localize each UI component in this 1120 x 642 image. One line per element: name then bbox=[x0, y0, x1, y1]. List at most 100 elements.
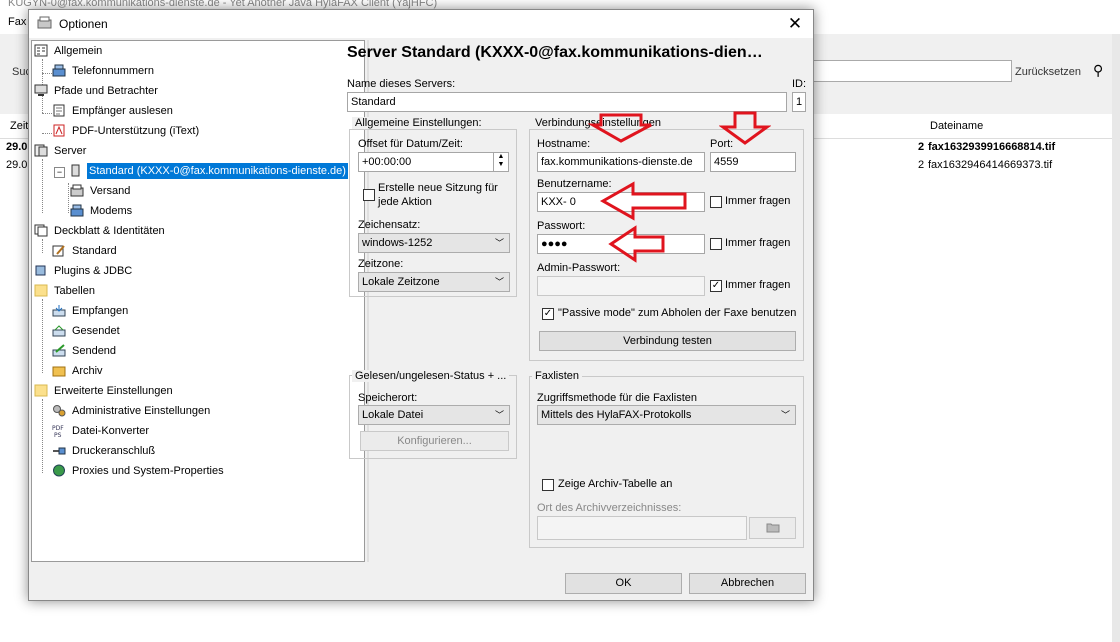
tree-item-pfade[interactable]: Pfade und Betrachter bbox=[34, 81, 160, 101]
tree-item-server[interactable]: Server bbox=[34, 141, 88, 161]
storage-location-select[interactable]: Lokale Datei ﹀ bbox=[358, 405, 510, 425]
tree-item-administrativ[interactable]: Administrative Einstellungen bbox=[52, 401, 212, 421]
outbox-icon bbox=[52, 325, 66, 337]
ask-password-checkbox[interactable] bbox=[710, 238, 722, 250]
tree-item-tabellen[interactable]: Tabellen bbox=[34, 281, 97, 301]
timezone-select[interactable]: Lokale Zeitzone ﹀ bbox=[358, 272, 510, 292]
hostname-label: Hostname: bbox=[537, 138, 591, 150]
column-header-filename[interactable]: Dateiname bbox=[930, 120, 983, 132]
globe-icon bbox=[53, 464, 65, 477]
gears-icon bbox=[53, 405, 66, 417]
annotation-arrow-left-icon bbox=[599, 181, 687, 221]
close-icon[interactable]: ✕ bbox=[783, 13, 807, 35]
browse-folder-button[interactable] bbox=[749, 517, 796, 539]
computer-icon bbox=[34, 84, 48, 96]
hostname-field[interactable]: fax.kommunikations-dienste.de bbox=[537, 152, 705, 172]
ask-username-checkbox[interactable] bbox=[710, 196, 722, 208]
tree-item-allgemein[interactable]: Allgemein bbox=[34, 41, 104, 61]
background-scrollbar[interactable] bbox=[1112, 34, 1120, 642]
tree-item-deckblatt-standard[interactable]: Standard bbox=[52, 241, 119, 261]
archive-icon bbox=[52, 366, 66, 377]
plug-icon bbox=[53, 447, 66, 455]
background-search-input[interactable] bbox=[812, 60, 1012, 82]
options-dialog: Optionen ✕ Allgemein Telefonnummern Pfad… bbox=[28, 9, 814, 601]
dialog-titlebar[interactable]: Optionen ✕ bbox=[29, 10, 813, 38]
chevron-down-icon: ﹀ bbox=[780, 410, 790, 420]
tree-item-archiv[interactable]: Archiv bbox=[52, 361, 105, 381]
tree-item-gesendet[interactable]: Gesendet bbox=[52, 321, 122, 341]
folder-open-icon bbox=[766, 523, 779, 533]
collapse-toggle-icon[interactable]: − bbox=[54, 167, 65, 178]
chevron-down-icon: ﹀ bbox=[494, 410, 504, 420]
reset-link[interactable]: Zurücksetzen bbox=[1015, 66, 1081, 78]
tree-item-telefonnummern[interactable]: Telefonnummern bbox=[52, 61, 156, 81]
passive-mode-label: "Passive mode" zum Abholen der Faxe benu… bbox=[558, 307, 797, 319]
cancel-button[interactable]: Abbrechen bbox=[689, 573, 806, 594]
admin-password-field[interactable] bbox=[537, 276, 705, 296]
plugin-icon bbox=[35, 265, 46, 276]
server-name-field[interactable]: Standard bbox=[347, 92, 787, 112]
annotation-arrow-down-icon bbox=[719, 111, 771, 145]
tree-item-modems[interactable]: Modems bbox=[70, 201, 134, 221]
menu-fax[interactable]: Fax bbox=[8, 16, 26, 28]
chevron-down-icon: ﹀ bbox=[494, 238, 504, 248]
column-header-time[interactable]: Zeit bbox=[10, 120, 28, 132]
inbox-icon bbox=[52, 305, 66, 317]
svg-text:PDF: PDF bbox=[52, 425, 64, 432]
access-method-label: Zugriffsmethode für die Faxlisten bbox=[537, 392, 697, 404]
annotation-arrow-down-icon bbox=[587, 113, 652, 143]
panel-title: Server Standard (KXXX-0@fax.kommunikatio… bbox=[347, 44, 763, 61]
pages-icon bbox=[34, 224, 48, 237]
server-name-label: Name dieses Servers: bbox=[347, 78, 456, 90]
tree-item-deckblatt[interactable]: Deckblatt & Identitäten bbox=[34, 221, 167, 241]
folder-icon bbox=[34, 384, 48, 397]
configure-button[interactable]: Konfigurieren... bbox=[360, 431, 509, 451]
svg-text:PS: PS bbox=[54, 432, 62, 437]
ok-button[interactable]: OK bbox=[565, 573, 682, 594]
read-status-legend: Gelesen/ungelesen-Status + ... bbox=[352, 370, 510, 382]
binoculars-icon[interactable]: ⚲ bbox=[1093, 62, 1103, 79]
test-connection-button[interactable]: Verbindung testen bbox=[539, 331, 796, 351]
tree-item-versand[interactable]: Versand bbox=[70, 181, 132, 201]
server-icon bbox=[34, 144, 48, 157]
new-session-checkbox[interactable] bbox=[363, 189, 375, 201]
access-method-select[interactable]: Mittels des HylaFAX-Protokolls ﹀ bbox=[537, 405, 796, 425]
password-label: Passwort: bbox=[537, 220, 586, 232]
tree-item-server-standard[interactable]: − Standard (KXXX-0@fax.kommunikations-die… bbox=[54, 161, 348, 181]
tree-item-plugins[interactable]: Plugins & JDBC bbox=[34, 261, 134, 281]
archive-dir-label: Ort des Archivverzeichnisses: bbox=[537, 502, 682, 514]
phone-icon bbox=[52, 64, 66, 77]
tree-item-empfaenger[interactable]: Empfänger auslesen bbox=[52, 101, 175, 121]
tree-item-empfangen[interactable]: Empfangen bbox=[52, 301, 130, 321]
tree-item-drucker[interactable]: Druckeranschluß bbox=[52, 441, 157, 461]
tree-item-sendend[interactable]: Sendend bbox=[52, 341, 118, 361]
tree-item-erweitert[interactable]: Erweiterte Einstellungen bbox=[34, 381, 175, 401]
storage-location-label: Speicherort: bbox=[358, 392, 418, 404]
passive-mode-checkbox[interactable]: ✓ bbox=[542, 308, 554, 320]
show-archive-checkbox[interactable] bbox=[542, 479, 554, 491]
general-settings-legend: Allgemeine Einstellungen: bbox=[352, 117, 485, 129]
edit-icon bbox=[52, 245, 65, 257]
ask-username-label: Immer fragen bbox=[725, 195, 791, 207]
offset-field[interactable]: +00:00:00 bbox=[358, 152, 494, 172]
charset-select[interactable]: windows-1252 ﹀ bbox=[358, 233, 510, 253]
offset-stepper[interactable]: ▲ ▼ bbox=[493, 152, 509, 172]
new-session-label: Erstelle neue Sitzung für jede Aktion bbox=[378, 182, 498, 208]
port-field[interactable]: 4559 bbox=[710, 152, 796, 172]
converter-icon: PDFPS bbox=[52, 425, 64, 437]
archive-dir-field[interactable] bbox=[537, 516, 747, 540]
ask-admin-checkbox[interactable]: ✓ bbox=[710, 280, 722, 292]
ask-password-label: Immer fragen bbox=[725, 237, 791, 249]
document-icon bbox=[53, 104, 65, 117]
tree-item-pdf[interactable]: PDF-Unterstützung (iText) bbox=[52, 121, 201, 141]
options-icon bbox=[37, 16, 52, 29]
server-icon bbox=[71, 164, 80, 177]
dialog-title: Optionen bbox=[59, 17, 108, 31]
show-archive-label: Zeige Archiv-Tabelle an bbox=[558, 478, 673, 490]
tree-item-proxies[interactable]: Proxies und System-Properties bbox=[52, 461, 226, 481]
settings-icon bbox=[34, 44, 48, 57]
tree-item-konverter[interactable]: PDF PS Datei-Konverter bbox=[52, 421, 151, 441]
pdf-icon bbox=[53, 124, 65, 137]
id-field: 1 bbox=[792, 92, 806, 112]
charset-label: Zeichensatz: bbox=[358, 219, 421, 231]
